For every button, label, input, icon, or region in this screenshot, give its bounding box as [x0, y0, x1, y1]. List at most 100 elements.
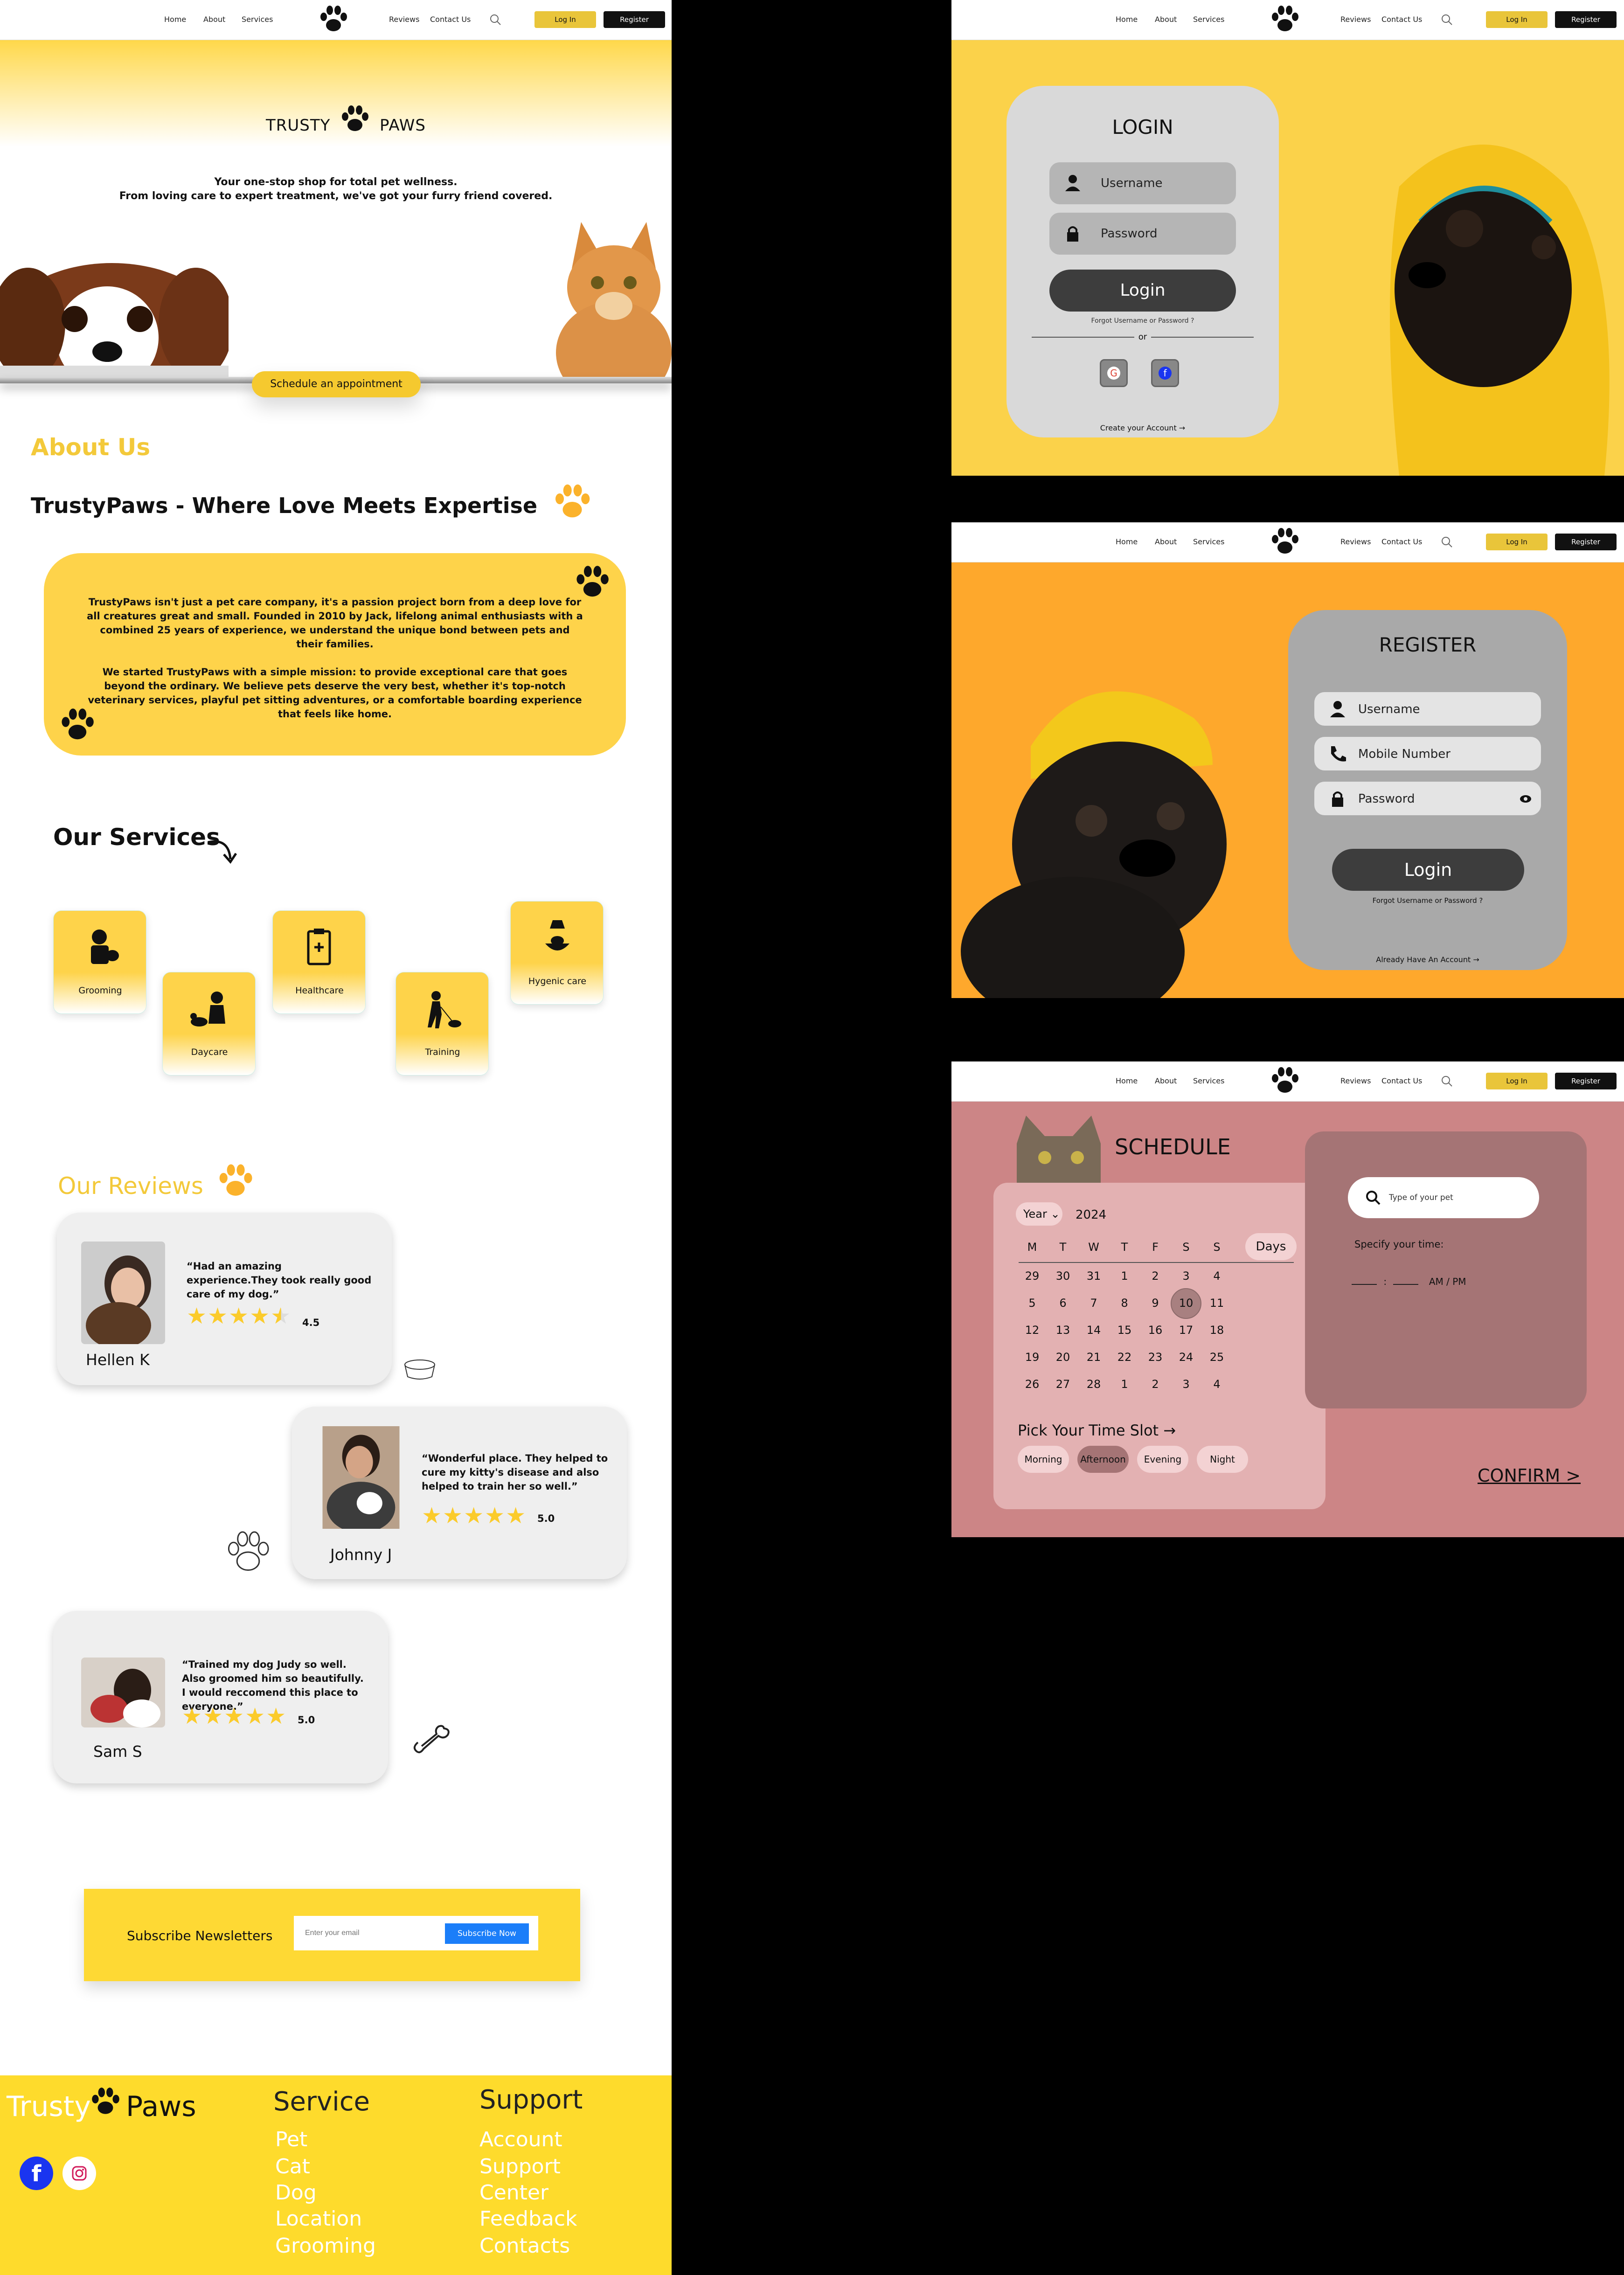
calendar-day[interactable]: 27: [1048, 1378, 1078, 1391]
nav-contact[interactable]: Contact Us: [1381, 537, 1422, 546]
create-account-link[interactable]: Create your Account →: [1006, 423, 1279, 432]
facebook-icon[interactable]: f: [1151, 359, 1179, 387]
nav-about[interactable]: About: [1155, 15, 1177, 24]
nav-reviews[interactable]: Reviews: [1340, 537, 1371, 546]
nav-reviews[interactable]: Reviews: [1340, 1076, 1371, 1085]
calendar-day[interactable]: 15: [1109, 1324, 1140, 1337]
calendar-day[interactable]: 11: [1201, 1297, 1232, 1310]
password-field[interactable]: Password: [1049, 213, 1236, 255]
footer-link[interactable]: Account: [479, 2128, 562, 2151]
register-button[interactable]: Register: [1555, 11, 1617, 28]
calendar-day[interactable]: 21: [1078, 1351, 1109, 1364]
calendar-day[interactable]: 6: [1048, 1297, 1078, 1310]
search-icon[interactable]: [489, 13, 502, 26]
calendar-day[interactable]: 22: [1109, 1351, 1140, 1364]
minute-input[interactable]: [1393, 1284, 1419, 1285]
time-input-row[interactable]: : AM / PM: [1352, 1276, 1466, 1287]
password-field[interactable]: Password: [1314, 782, 1541, 815]
pet-type-search[interactable]: Type of your pet: [1348, 1177, 1539, 1218]
calendar-day[interactable]: 17: [1171, 1324, 1201, 1337]
login-button[interactable]: Log In: [1486, 534, 1548, 550]
calendar-day[interactable]: 4: [1201, 1378, 1232, 1391]
nav-contact[interactable]: Contact Us: [1381, 1076, 1422, 1085]
slot-evening[interactable]: Evening: [1137, 1446, 1188, 1473]
paw-logo-icon[interactable]: [1269, 5, 1301, 34]
footer-link[interactable]: Feedback: [479, 2207, 577, 2231]
service-hygenic-care[interactable]: Hygenic care: [510, 901, 604, 1005]
newsletter-email-input[interactable]: [305, 1926, 440, 1940]
search-icon[interactable]: [1440, 1075, 1453, 1088]
service-grooming[interactable]: Grooming: [53, 910, 146, 1014]
calendar-day[interactable]: 28: [1078, 1378, 1109, 1391]
calendar-day[interactable]: 7: [1078, 1297, 1109, 1310]
paw-logo-icon[interactable]: [1269, 1066, 1301, 1095]
forgot-link[interactable]: Forgot Username or Password ?: [1288, 896, 1567, 905]
register-button[interactable]: Register: [1555, 534, 1617, 550]
calendar-day[interactable]: 10: [1171, 1297, 1201, 1310]
footer-link[interactable]: Dog: [275, 2181, 317, 2205]
footer-link[interactable]: Contacts: [479, 2234, 570, 2258]
days-button[interactable]: Days: [1245, 1233, 1297, 1260]
instagram-icon[interactable]: [62, 2157, 96, 2190]
calendar-day[interactable]: 23: [1140, 1351, 1171, 1364]
calendar-day[interactable]: 31: [1078, 1269, 1109, 1283]
slot-night[interactable]: Night: [1197, 1446, 1248, 1473]
nav-home[interactable]: Home: [1116, 15, 1138, 24]
username-field[interactable]: Username: [1049, 162, 1236, 204]
mobile-field[interactable]: Mobile Number: [1314, 737, 1541, 770]
calendar-day[interactable]: 18: [1201, 1324, 1232, 1337]
nav-about[interactable]: About: [1155, 537, 1177, 546]
service-training[interactable]: Training: [396, 972, 489, 1075]
calendar-day[interactable]: 30: [1048, 1269, 1078, 1283]
nav-about[interactable]: About: [203, 15, 225, 24]
nav-services[interactable]: Services: [1193, 537, 1224, 546]
paw-logo-icon[interactable]: [1269, 527, 1301, 556]
confirm-button[interactable]: CONFIRM >: [1478, 1465, 1581, 1486]
calendar-day[interactable]: 14: [1078, 1324, 1109, 1337]
footer-link[interactable]: Cat: [275, 2155, 310, 2178]
slot-afternoon[interactable]: Afternoon: [1077, 1446, 1129, 1473]
search-icon[interactable]: [1440, 13, 1453, 26]
calendar-day[interactable]: 1: [1109, 1269, 1140, 1283]
login-button[interactable]: Log In: [1486, 11, 1548, 28]
google-icon[interactable]: G: [1100, 359, 1128, 387]
nav-contact[interactable]: Contact Us: [430, 15, 471, 24]
footer-link[interactable]: Location: [275, 2207, 362, 2231]
eye-icon[interactable]: [1520, 794, 1532, 804]
nav-home[interactable]: Home: [164, 15, 186, 24]
facebook-icon[interactable]: f: [20, 2157, 53, 2190]
nav-services[interactable]: Services: [1193, 1076, 1224, 1085]
forgot-link[interactable]: Forgot Username or Password ?: [1006, 317, 1279, 325]
year-dropdown[interactable]: Year ⌄: [1016, 1202, 1062, 1226]
service-daycare[interactable]: Daycare: [162, 972, 256, 1075]
calendar-day[interactable]: 3: [1171, 1269, 1201, 1283]
nav-services[interactable]: Services: [1193, 15, 1224, 24]
calendar-day[interactable]: 2: [1140, 1378, 1171, 1391]
calendar-day[interactable]: 24: [1171, 1351, 1201, 1364]
calendar-day[interactable]: 5: [1017, 1297, 1048, 1310]
calendar-day[interactable]: 19: [1017, 1351, 1048, 1364]
nav-home[interactable]: Home: [1116, 1076, 1138, 1085]
hour-input[interactable]: [1352, 1284, 1377, 1285]
nav-reviews[interactable]: Reviews: [389, 15, 419, 24]
search-icon[interactable]: [1440, 535, 1453, 548]
calendar-day[interactable]: 4: [1201, 1269, 1232, 1283]
ampm-toggle[interactable]: AM / PM: [1429, 1276, 1466, 1287]
calendar-day[interactable]: 8: [1109, 1297, 1140, 1310]
footer-link[interactable]: Pet: [275, 2128, 307, 2151]
nav-reviews[interactable]: Reviews: [1340, 15, 1371, 24]
already-have-account-link[interactable]: Already Have An Account →: [1288, 955, 1567, 964]
calendar-day[interactable]: 3: [1171, 1378, 1201, 1391]
nav-contact[interactable]: Contact Us: [1381, 15, 1422, 24]
register-button[interactable]: Register: [1555, 1073, 1617, 1089]
footer-link[interactable]: Center: [479, 2181, 548, 2205]
calendar-day[interactable]: 25: [1201, 1351, 1232, 1364]
calendar-day[interactable]: 29: [1017, 1269, 1048, 1283]
register-submit-button[interactable]: Login: [1332, 849, 1524, 891]
calendar-day[interactable]: 12: [1017, 1324, 1048, 1337]
schedule-appointment-button[interactable]: Schedule an appointment: [252, 371, 421, 397]
nav-home[interactable]: Home: [1116, 537, 1138, 546]
login-submit-button[interactable]: Login: [1049, 270, 1236, 312]
footer-link[interactable]: Support: [479, 2155, 561, 2178]
footer-link[interactable]: Grooming: [275, 2234, 376, 2258]
